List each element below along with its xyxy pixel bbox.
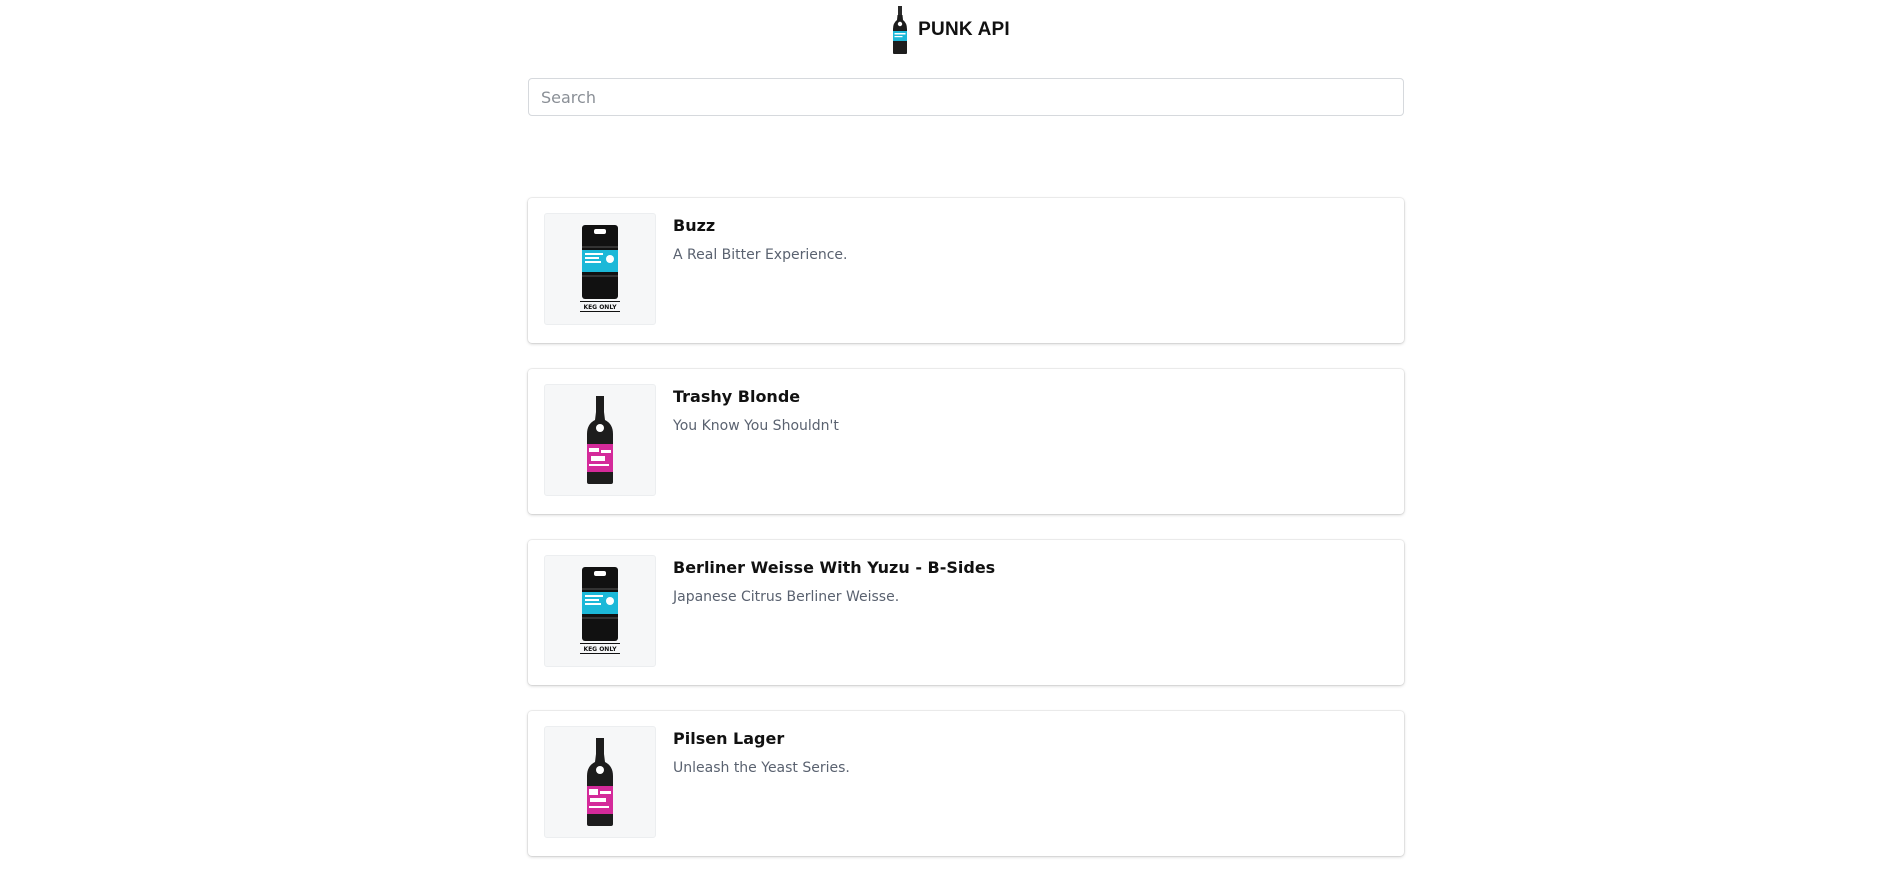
- beer-list: KEG ONLY Buzz A Real Bitter Experience. …: [528, 198, 1404, 882]
- beer-name[interactable]: Pilsen Lager: [673, 729, 1384, 748]
- beer-tagline: Japanese Citrus Berliner Weisse.: [673, 589, 900, 605]
- beer-image: [544, 726, 656, 838]
- beer-card[interactable]: Pilsen Lager Unleash the Yeast Series.: [528, 711, 1404, 856]
- beer-image: KEG ONLY: [544, 555, 656, 667]
- svg-text:KEG ONLY: KEG ONLY: [583, 304, 617, 311]
- search-bar: [528, 78, 1404, 116]
- svg-text:KEG ONLY: KEG ONLY: [583, 646, 617, 653]
- beer-tagline: A Real Bitter Experience.: [673, 247, 848, 263]
- beer-tagline: Unleash the Yeast Series.: [673, 760, 850, 776]
- app-title: PUNK API: [918, 19, 1010, 40]
- bottle-icon: [587, 396, 613, 484]
- search-input[interactable]: [528, 78, 1404, 116]
- beer-card[interactable]: KEG ONLY Buzz A Real Bitter Experience.: [528, 198, 1404, 343]
- beer-card[interactable]: Trashy Blonde You Know You Shouldn't: [528, 369, 1404, 514]
- beer-name[interactable]: Buzz: [673, 216, 1384, 235]
- beer-name[interactable]: Trashy Blonde: [673, 387, 1384, 406]
- beer-name[interactable]: Berliner Weisse With Yuzu - B-Sides: [673, 558, 1384, 577]
- beer-tagline: You Know You Shouldn't: [673, 418, 839, 434]
- beer-card[interactable]: KEG ONLY Berliner Weisse With Yuzu - B-S…: [528, 540, 1404, 685]
- app-header: PUNK API: [0, 0, 1902, 60]
- bottle-icon: [587, 738, 613, 826]
- beer-bottle-icon: [893, 6, 908, 54]
- beer-image: [544, 384, 656, 496]
- keg-icon: KEG ONLY: [580, 225, 620, 312]
- keg-icon: KEG ONLY: [580, 567, 620, 654]
- beer-image: KEG ONLY: [544, 213, 656, 325]
